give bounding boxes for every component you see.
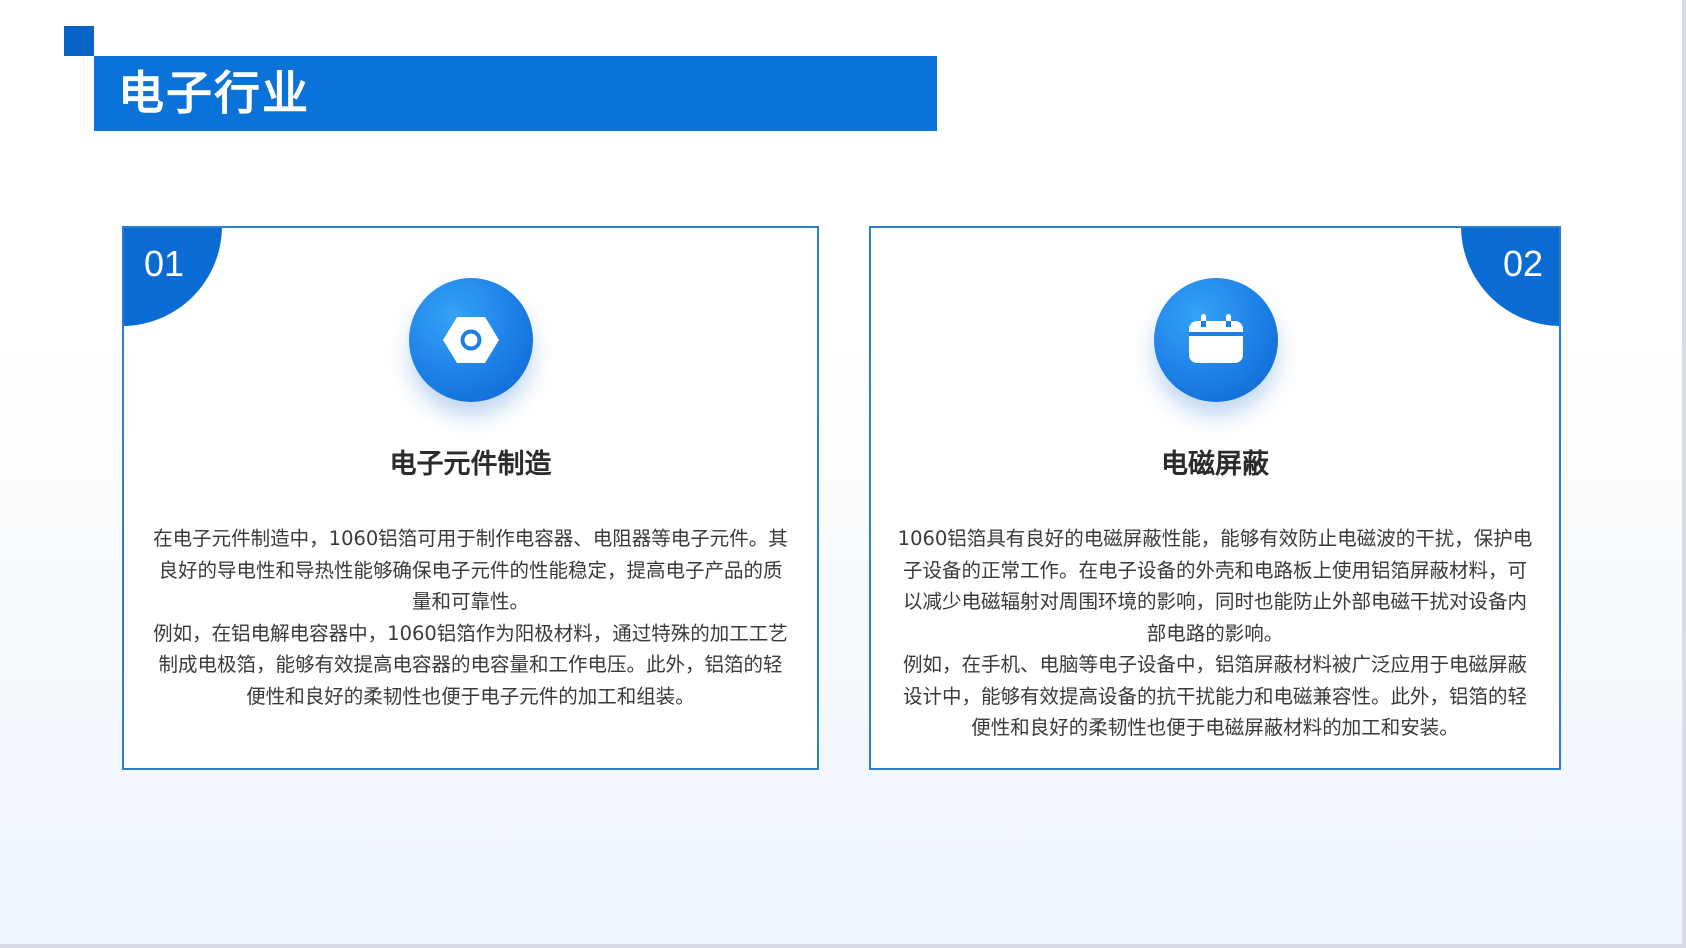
card-body: 在电子元件制造中，1060铝箔可用于制作电容器、电阻器等电子元件。其良好的导电性… [152, 523, 789, 712]
card-electronic-components: 01 电子元件制造 在电子元件制造中，1060铝箔可用于制作电容器、电阻器等电子… [122, 226, 819, 770]
calendar-icon [1189, 314, 1243, 363]
card-paragraph: 例如，在手机、电脑等电子设备中，铝箔屏蔽材料被广泛应用于电磁屏蔽设计中，能够有效… [902, 653, 1527, 739]
title-bar: 电子行业 [94, 56, 937, 131]
card-icon-circle [409, 278, 533, 402]
page-title: 电子行业 [118, 66, 310, 120]
card-paragraph: 在电子元件制造中，1060铝箔可用于制作电容器、电阻器等电子元件。其良好的导电性… [153, 527, 788, 613]
card-icon-circle [1154, 278, 1278, 402]
card-heading: 电子元件制造 [389, 449, 552, 480]
card-em-shielding: 02 电磁屏蔽 1060铝箔具有良好的电磁屏蔽性能，能够有效防止电磁波的干扰，保… [869, 226, 1561, 770]
card-number: 01 [144, 243, 185, 284]
card-paragraph: 1060铝箔具有良好的电磁屏蔽性能，能够有效防止电磁波的干扰，保护电子设备的正常… [897, 527, 1533, 645]
title-accent-square [64, 26, 94, 56]
slide: 电子行业 01 电子元件制造 在电子元件制造中，1060铝箔可用于制作电容器、电… [0, 0, 1682, 944]
hex-nut-icon [443, 317, 499, 363]
card-heading: 电磁屏蔽 [1161, 449, 1269, 480]
card-number: 02 [1502, 243, 1543, 284]
card-body: 1060铝箔具有良好的电磁屏蔽性能，能够有效防止电磁波的干扰，保护电子设备的正常… [895, 523, 1535, 744]
card-paragraph: 例如，在铝电解电容器中，1060铝箔作为阳极材料，通过特殊的加工工艺制成电极箔，… [153, 621, 788, 708]
